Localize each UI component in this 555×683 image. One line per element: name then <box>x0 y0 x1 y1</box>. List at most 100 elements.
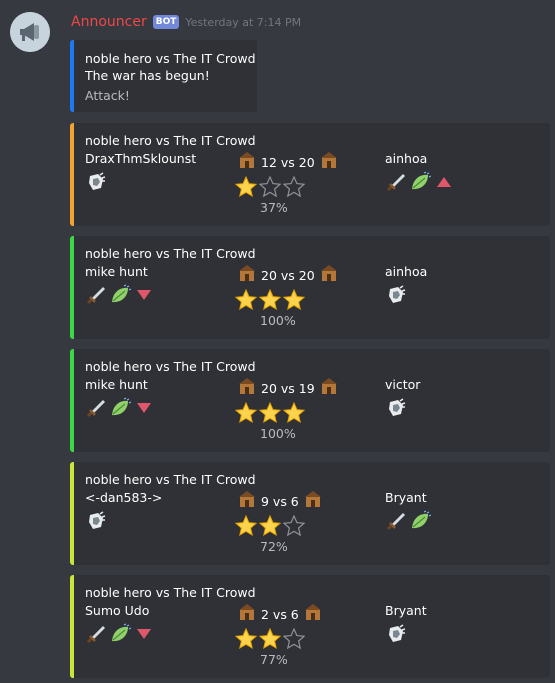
attack-embed: noble hero vs The IT Crowd Sumo Udo 2 vs 6… <box>70 575 550 678</box>
townhall-icon <box>319 263 339 287</box>
star-filled-icon <box>282 288 306 315</box>
townhall-matchup: 12 vs 20 <box>237 150 339 174</box>
defender-icons <box>385 397 407 423</box>
shield-icon <box>385 623 407 649</box>
destruction-percent: 77% <box>260 652 288 667</box>
arrow-up-icon <box>433 171 455 197</box>
townhall-icon <box>237 263 257 287</box>
megaphone-icon <box>10 12 50 52</box>
matchup-text: 9 vs 6 <box>261 493 299 509</box>
attacker-icons <box>85 171 107 197</box>
defender-icons <box>385 623 407 649</box>
star-rating <box>234 627 306 654</box>
embed-line: The war has begun! <box>85 68 210 83</box>
star-rating <box>234 401 306 428</box>
townhall-icon <box>237 489 257 513</box>
defender-name: Bryant <box>385 603 427 618</box>
star-filled-icon <box>234 288 258 315</box>
war-start-embed: noble hero vs The IT Crowd The war has b… <box>70 40 257 112</box>
star-empty-icon <box>282 627 306 654</box>
attack-embed: noble hero vs The IT Crowd DraxThmSklouns… <box>70 123 550 226</box>
matchup-text: 20 vs 20 <box>261 267 315 283</box>
star-filled-icon <box>258 288 282 315</box>
attack-embed: noble hero vs The IT Crowd mike hunt 20 vs… <box>70 236 550 339</box>
attacker-name: mike hunt <box>85 377 148 392</box>
attacker-name: DraxThmSklounst <box>85 151 197 166</box>
embed-title: noble hero vs The IT Crowd <box>85 51 256 66</box>
star-empty-icon <box>258 175 282 202</box>
shield-icon <box>385 284 407 310</box>
arrow-down-icon <box>133 284 155 310</box>
destruction-percent: 37% <box>260 200 288 215</box>
townhall-matchup: 20 vs 20 <box>237 263 339 287</box>
defender-name: ainhoa <box>385 264 428 279</box>
leaf-icon <box>409 171 431 197</box>
star-rating <box>234 288 306 315</box>
attack-title: noble hero vs The IT Crowd <box>85 133 256 148</box>
attacker-icons <box>85 284 155 310</box>
townhall-icon <box>237 602 257 626</box>
bot-tag: BOT <box>152 15 180 29</box>
attacker-icons <box>85 510 107 536</box>
timestamp[interactable]: Yesterday at 7:14 PM <box>185 16 301 29</box>
leaf-icon <box>109 623 131 649</box>
embed-line: Attack! <box>85 88 130 103</box>
sword-icon <box>385 510 407 536</box>
star-filled-icon <box>234 175 258 202</box>
attacker-name: <-dan583-> <box>85 490 163 505</box>
defender-icons <box>385 284 407 310</box>
leaf-icon <box>409 510 431 536</box>
sword-icon <box>85 623 107 649</box>
attacker-name: Sumo Udo <box>85 603 150 618</box>
townhall-matchup: 20 vs 19 <box>237 376 339 400</box>
arrow-down-icon <box>133 397 155 423</box>
defender-icons <box>385 171 455 197</box>
shield-icon <box>85 510 107 536</box>
defender-name: victor <box>385 377 421 392</box>
townhall-matchup: 9 vs 6 <box>237 489 323 513</box>
arrow-down-icon <box>133 623 155 649</box>
leaf-icon <box>109 397 131 423</box>
attack-title: noble hero vs The IT Crowd <box>85 246 256 261</box>
star-filled-icon <box>234 514 258 541</box>
matchup-text: 12 vs 20 <box>261 154 315 170</box>
attack-title: noble hero vs The IT Crowd <box>85 359 256 374</box>
star-filled-icon <box>234 627 258 654</box>
townhall-matchup: 2 vs 6 <box>237 602 323 626</box>
townhall-icon <box>237 150 257 174</box>
matchup-text: 20 vs 19 <box>261 380 315 396</box>
star-filled-icon <box>258 514 282 541</box>
defender-name: ainhoa <box>385 151 428 166</box>
shield-icon <box>85 171 107 197</box>
attack-title: noble hero vs The IT Crowd <box>85 472 256 487</box>
star-empty-icon <box>282 175 306 202</box>
destruction-percent: 100% <box>260 313 296 328</box>
star-rating <box>234 514 306 541</box>
matchup-text: 2 vs 6 <box>261 606 299 622</box>
author-name[interactable]: Announcer <box>71 14 147 30</box>
attack-embed: noble hero vs The IT Crowd <-dan583-> 9 vs… <box>70 462 550 565</box>
star-rating <box>234 175 306 202</box>
attack-title: noble hero vs The IT Crowd <box>85 585 256 600</box>
star-filled-icon <box>258 627 282 654</box>
announcer-avatar[interactable] <box>10 12 50 52</box>
star-filled-icon <box>234 401 258 428</box>
sword-icon <box>385 171 407 197</box>
townhall-icon <box>319 376 339 400</box>
attack-embed: noble hero vs The IT Crowd mike hunt 20 vs… <box>70 349 550 452</box>
destruction-percent: 100% <box>260 426 296 441</box>
attacker-icons <box>85 623 155 649</box>
shield-icon <box>385 397 407 423</box>
star-filled-icon <box>258 401 282 428</box>
attacker-name: mike hunt <box>85 264 148 279</box>
star-filled-icon <box>282 401 306 428</box>
leaf-icon <box>109 284 131 310</box>
townhall-icon <box>237 376 257 400</box>
destruction-percent: 72% <box>260 539 288 554</box>
sword-icon <box>85 397 107 423</box>
attacker-icons <box>85 397 155 423</box>
townhall-icon <box>319 150 339 174</box>
defender-icons <box>385 510 431 536</box>
sword-icon <box>85 284 107 310</box>
townhall-icon <box>303 489 323 513</box>
